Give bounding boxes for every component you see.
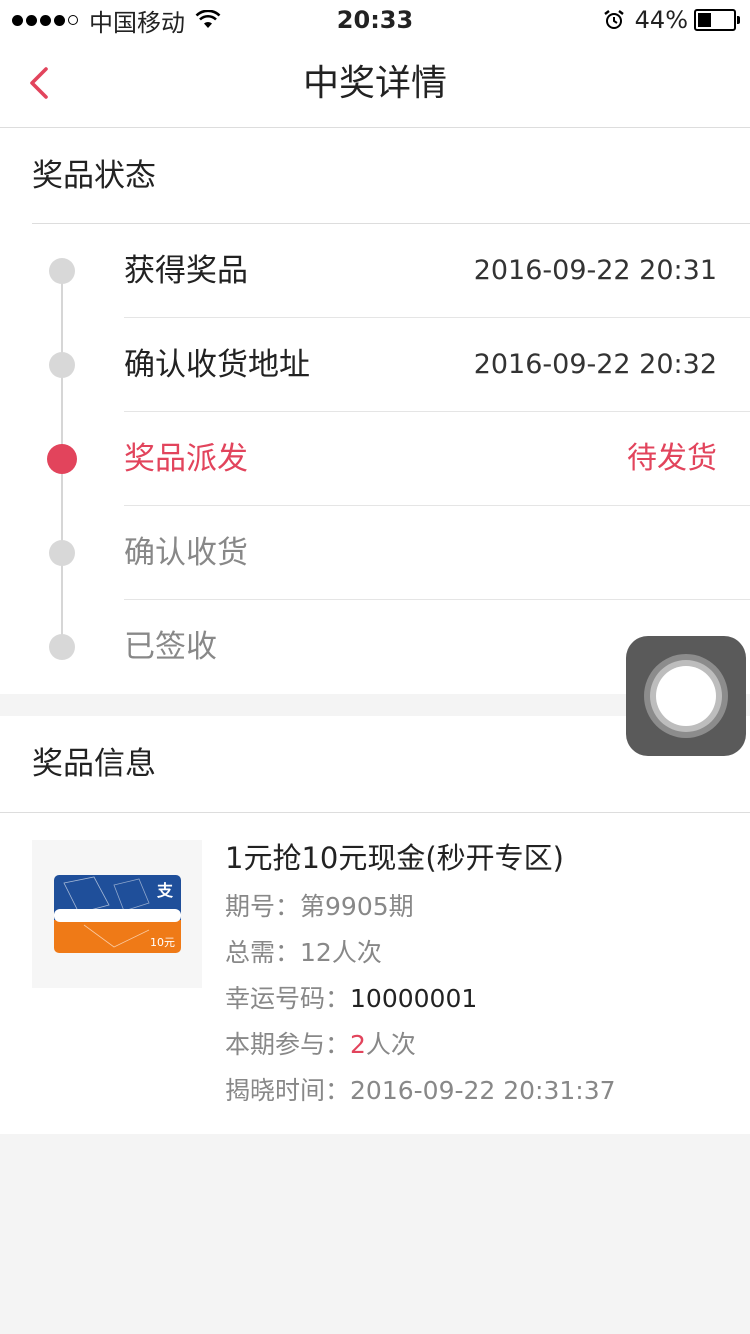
- status-step-dispatch: 奖品派发 待发货: [0, 412, 750, 506]
- lucky-number-label: 幸运号码：: [225, 984, 351, 1013]
- step-marker-icon: [49, 258, 75, 284]
- step-marker-active-icon: [47, 444, 77, 474]
- prize-status-header: 奖品状态: [32, 158, 156, 194]
- assistive-touch-button[interactable]: [626, 636, 746, 756]
- participation-label: 本期参与：: [225, 1030, 351, 1059]
- period-row: 期号：第9905期: [225, 890, 414, 924]
- prize-status-section: 奖品状态 获得奖品 2016-09-22 20:31 确认收货地址 2016-0…: [0, 128, 750, 694]
- total-label: 总需：: [225, 938, 301, 967]
- alipay-card-icon: 支 10元: [54, 875, 181, 953]
- step-title: 已签收: [124, 629, 217, 665]
- participation-unit: 人次: [365, 1030, 416, 1059]
- participation-row: 本期参与：2人次: [225, 1028, 416, 1062]
- lucky-number-row: 幸运号码：10000001: [225, 982, 477, 1016]
- step-title: 获得奖品: [124, 253, 248, 289]
- step-time: 2016-09-22 20:32: [473, 349, 717, 380]
- participation-count: 2: [350, 1030, 366, 1059]
- step-time: 2016-09-22 20:31: [473, 255, 717, 286]
- status-step-confirm-address: 确认收货地址 2016-09-22 20:32: [0, 318, 750, 412]
- status-step-obtained: 获得奖品 2016-09-22 20:31: [0, 224, 750, 318]
- step-marker-icon: [49, 634, 75, 660]
- step-marker-icon: [49, 540, 75, 566]
- nav-bar: 中奖详情: [0, 40, 750, 128]
- alipay-logo-icon: 支: [156, 881, 173, 900]
- page-title: 中奖详情: [302, 63, 447, 104]
- period-value: 第9905期: [300, 892, 414, 921]
- step-title: 确认收货: [124, 535, 248, 571]
- reveal-time-value: 2016-09-22 20:31:37: [350, 1076, 616, 1105]
- step-title: 确认收货地址: [124, 347, 310, 383]
- total-value: 12人次: [300, 938, 382, 967]
- step-title: 奖品派发: [124, 441, 248, 477]
- prize-title[interactable]: 1元抢10元现金(秒开专区): [225, 840, 564, 876]
- reveal-time-label: 揭晓时间：: [225, 1076, 351, 1105]
- alarm-icon: [603, 9, 625, 31]
- total-row: 总需：12人次: [225, 936, 382, 970]
- prize-thumbnail[interactable]: 支 10元: [32, 840, 202, 988]
- assistive-touch-center: [656, 666, 716, 726]
- status-step-confirm-receipt: 确认收货: [0, 506, 750, 600]
- back-button[interactable]: [24, 60, 64, 108]
- battery-percent: 44%: [634, 6, 688, 34]
- step-status: 待发货: [627, 441, 717, 476]
- status-bar-right: 44%: [603, 5, 740, 35]
- status-bar: 中国移动 20:33 44%: [0, 0, 750, 40]
- card-denomination-icon: 10元: [150, 936, 175, 949]
- battery-icon: [694, 9, 740, 31]
- divider: [0, 812, 750, 813]
- lucky-number-value: 10000001: [350, 984, 478, 1013]
- period-label: 期号：: [225, 892, 301, 921]
- reveal-time-row: 揭晓时间：2016-09-22 20:31:37: [225, 1074, 616, 1108]
- prize-info-section: 奖品信息 支 10元 1元抢10元现金(秒开专区) 期号：第9905期 总需：1…: [0, 716, 750, 1134]
- chevron-left-icon: [30, 67, 48, 99]
- step-marker-icon: [49, 352, 75, 378]
